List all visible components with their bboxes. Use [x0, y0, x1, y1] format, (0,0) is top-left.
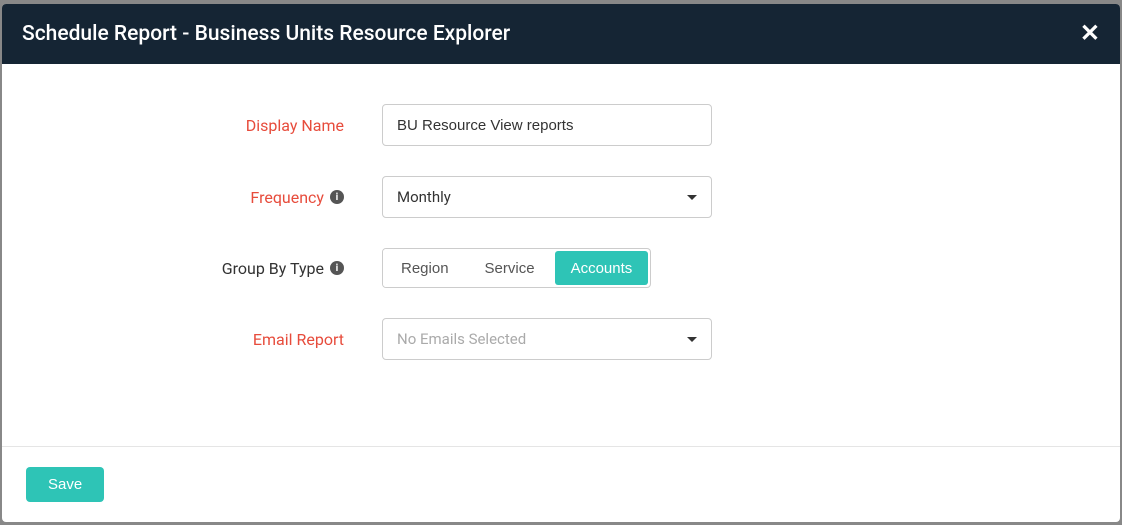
- close-icon: ✕: [1080, 20, 1100, 47]
- group-by-service-button[interactable]: Service: [467, 249, 553, 287]
- display-name-control: [382, 104, 712, 146]
- group-by-accounts-button[interactable]: Accounts: [555, 251, 649, 285]
- group-by-type-label: Group By Type i: [22, 259, 382, 278]
- modal-header: Schedule Report - Business Units Resourc…: [2, 4, 1120, 64]
- group-by-type-label-text: Group By Type: [222, 259, 324, 278]
- close-button[interactable]: ✕: [1080, 22, 1100, 46]
- frequency-value: Monthly: [397, 188, 687, 206]
- group-by-type-buttons: Region Service Accounts: [382, 248, 651, 288]
- email-report-label: Email Report: [22, 330, 382, 349]
- email-report-control: No Emails Selected: [382, 318, 712, 360]
- email-report-placeholder: No Emails Selected: [397, 330, 687, 348]
- group-by-type-control: Region Service Accounts: [382, 248, 651, 288]
- frequency-label: Frequency i: [22, 188, 382, 207]
- display-name-input[interactable]: [382, 104, 712, 146]
- group-by-region-button[interactable]: Region: [383, 249, 467, 287]
- frequency-label-text: Frequency: [250, 188, 324, 207]
- chevron-down-icon: [687, 337, 697, 342]
- info-icon[interactable]: i: [330, 261, 344, 275]
- frequency-select[interactable]: Monthly: [382, 176, 712, 218]
- modal-footer: Save: [2, 446, 1120, 522]
- frequency-control: Monthly: [382, 176, 712, 218]
- display-name-label: Display Name: [22, 116, 382, 135]
- email-report-row: Email Report No Emails Selected: [22, 318, 1100, 360]
- email-report-select[interactable]: No Emails Selected: [382, 318, 712, 360]
- schedule-report-modal: Schedule Report - Business Units Resourc…: [2, 4, 1120, 522]
- display-name-row: Display Name: [22, 104, 1100, 146]
- save-button[interactable]: Save: [26, 467, 104, 502]
- info-icon[interactable]: i: [330, 190, 344, 204]
- modal-title: Schedule Report - Business Units Resourc…: [22, 22, 510, 46]
- chevron-down-icon: [687, 195, 697, 200]
- frequency-row: Frequency i Monthly: [22, 176, 1100, 218]
- group-by-type-row: Group By Type i Region Service Accounts: [22, 248, 1100, 288]
- modal-body: Display Name Frequency i Monthly Group B…: [2, 64, 1120, 446]
